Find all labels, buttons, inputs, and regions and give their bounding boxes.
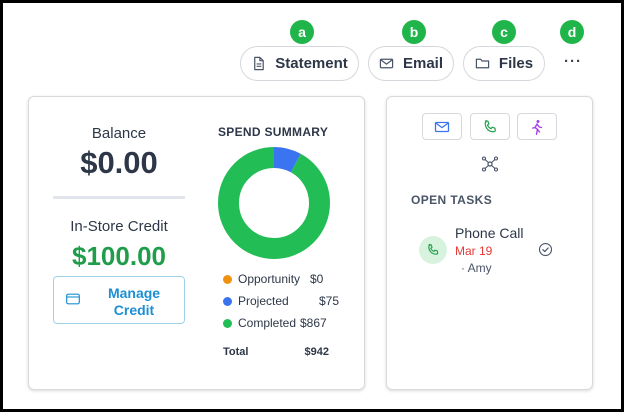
spend-summary-title: SPEND SUMMARY — [218, 125, 329, 139]
marker-d: d — [560, 20, 584, 44]
spend-donut-chart — [218, 147, 330, 259]
legend-value: $867 — [300, 316, 327, 330]
marker-a: a — [290, 20, 314, 44]
phone-icon — [484, 119, 496, 132]
balance-label: Balance — [91, 125, 147, 142]
legend-projected: Projected $75 — [223, 293, 339, 309]
legend-name: Completed — [238, 316, 297, 330]
completed-dot — [223, 318, 232, 328]
statement-label: Statement — [275, 55, 348, 72]
divider — [53, 196, 185, 199]
email-icon — [434, 121, 450, 132]
more-options-icon[interactable]: ··· — [561, 53, 585, 73]
envelope-icon — [379, 58, 394, 69]
email-label: Email — [402, 55, 444, 72]
legend-value: $0 — [310, 272, 324, 286]
task-title[interactable]: Phone Call — [455, 225, 524, 241]
total-row: Total $942 — [223, 346, 329, 358]
contact-activity-card — [386, 96, 593, 390]
walk-in-icon — [532, 119, 543, 135]
legend-name: Opportunity — [238, 272, 301, 286]
credit-value: $100.00 — [72, 241, 166, 271]
task-due-date: Mar 19 — [455, 244, 493, 258]
marker-b: b — [402, 20, 426, 44]
folder-icon — [475, 58, 490, 69]
legend-completed: Completed $867 — [223, 315, 327, 331]
document-icon — [254, 56, 265, 71]
phone-icon — [428, 244, 439, 255]
projected-dot — [223, 296, 232, 306]
phone-call-task-avatar — [419, 236, 447, 264]
email-button[interactable]: Email — [368, 46, 454, 81]
files-button[interactable]: Files — [463, 46, 545, 81]
complete-task-check-icon[interactable] — [538, 242, 553, 257]
open-tasks-heading: OPEN TASKS — [411, 193, 493, 207]
balance-value: $0.00 — [80, 145, 158, 180]
total-label: Total — [223, 346, 249, 358]
total-value: $942 — [304, 346, 329, 358]
walk-in-action-button[interactable] — [517, 113, 557, 140]
legend-value: $75 — [319, 294, 340, 308]
opportunity-dot — [223, 274, 232, 284]
manage-credit-button[interactable]: Manage Credit — [53, 276, 185, 324]
marker-c: c — [492, 20, 516, 44]
credit-label: In-Store Credit — [70, 218, 168, 235]
statement-button[interactable]: Statement — [240, 46, 359, 81]
donut-slice-completed — [218, 147, 330, 259]
manage-credit-label: Manage Credit — [107, 285, 161, 318]
app-frame: a b c d e f Statement Email Files ··· Ba… — [0, 0, 624, 412]
email-action-button[interactable] — [422, 113, 462, 140]
legend-opportunity: Opportunity $0 — [223, 271, 323, 287]
files-label: Files — [498, 55, 534, 72]
task-assignee: · Amy — [461, 261, 492, 275]
wallet-icon — [66, 293, 80, 305]
legend-name: Projected — [238, 294, 289, 308]
network-icon[interactable] — [481, 155, 499, 173]
call-action-button[interactable] — [470, 113, 510, 140]
